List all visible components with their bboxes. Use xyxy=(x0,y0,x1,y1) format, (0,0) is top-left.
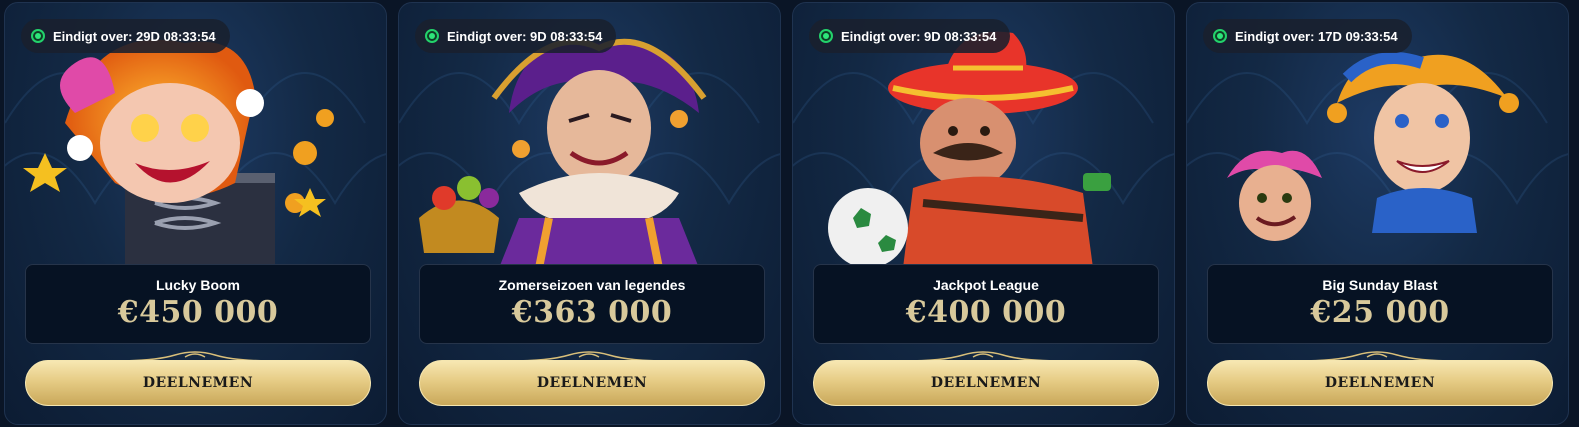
tournament-card[interactable]: Eindigt over: 9D 08:33:54 Zomerseizoen v… xyxy=(398,2,781,425)
tournament-info-panel: Jackpot League €400 000 xyxy=(813,264,1159,344)
join-button[interactable]: DEELNEMEN xyxy=(25,360,371,406)
prize-amount: €400 000 xyxy=(905,295,1067,330)
tournament-row: Eindigt over: 29D 08:33:54 Lucky Boom €4… xyxy=(0,0,1579,427)
join-button[interactable]: DEELNEMEN xyxy=(1207,360,1553,406)
tournament-card[interactable]: Eindigt over: 17D 09:33:54 Big Sunday Bl… xyxy=(1186,2,1569,425)
countdown-text: Eindigt over: 9D 08:33:54 xyxy=(447,28,603,44)
join-button[interactable]: DEELNEMEN xyxy=(813,360,1159,406)
countdown-text: Eindigt over: 17D 09:33:54 xyxy=(1235,28,1398,44)
tournament-info-panel: Big Sunday Blast €25 000 xyxy=(1207,264,1553,344)
tournament-title: Jackpot League xyxy=(933,277,1039,293)
countdown-badge: Eindigt over: 9D 08:33:54 xyxy=(809,19,1011,53)
join-button[interactable]: DEELNEMEN xyxy=(419,360,765,406)
live-status-icon xyxy=(31,29,45,43)
prize-amount: €450 000 xyxy=(117,295,279,330)
live-status-icon xyxy=(1213,29,1227,43)
countdown-text: Eindigt over: 29D 08:33:54 xyxy=(53,28,216,44)
tournament-card[interactable]: Eindigt over: 9D 08:33:54 Jackpot League… xyxy=(792,2,1175,425)
countdown-badge: Eindigt over: 29D 08:33:54 xyxy=(21,19,230,53)
tournament-title: Big Sunday Blast xyxy=(1322,277,1438,293)
tournament-info-panel: Lucky Boom €450 000 xyxy=(25,264,371,344)
countdown-badge: Eindigt over: 9D 08:33:54 xyxy=(415,19,617,53)
prize-amount: €363 000 xyxy=(511,295,673,330)
live-status-icon xyxy=(425,29,439,43)
tournament-title: Lucky Boom xyxy=(155,277,240,293)
countdown-text: Eindigt over: 9D 08:33:54 xyxy=(841,28,997,44)
tournament-info-panel: Zomerseizoen van legendes €363 000 xyxy=(419,264,765,344)
countdown-badge: Eindigt over: 17D 09:33:54 xyxy=(1203,19,1412,53)
live-status-icon xyxy=(819,29,833,43)
tournament-card[interactable]: Eindigt over: 29D 08:33:54 Lucky Boom €4… xyxy=(4,2,387,425)
prize-amount: €25 000 xyxy=(1310,295,1450,330)
tournament-title: Zomerseizoen van legendes xyxy=(498,277,686,293)
